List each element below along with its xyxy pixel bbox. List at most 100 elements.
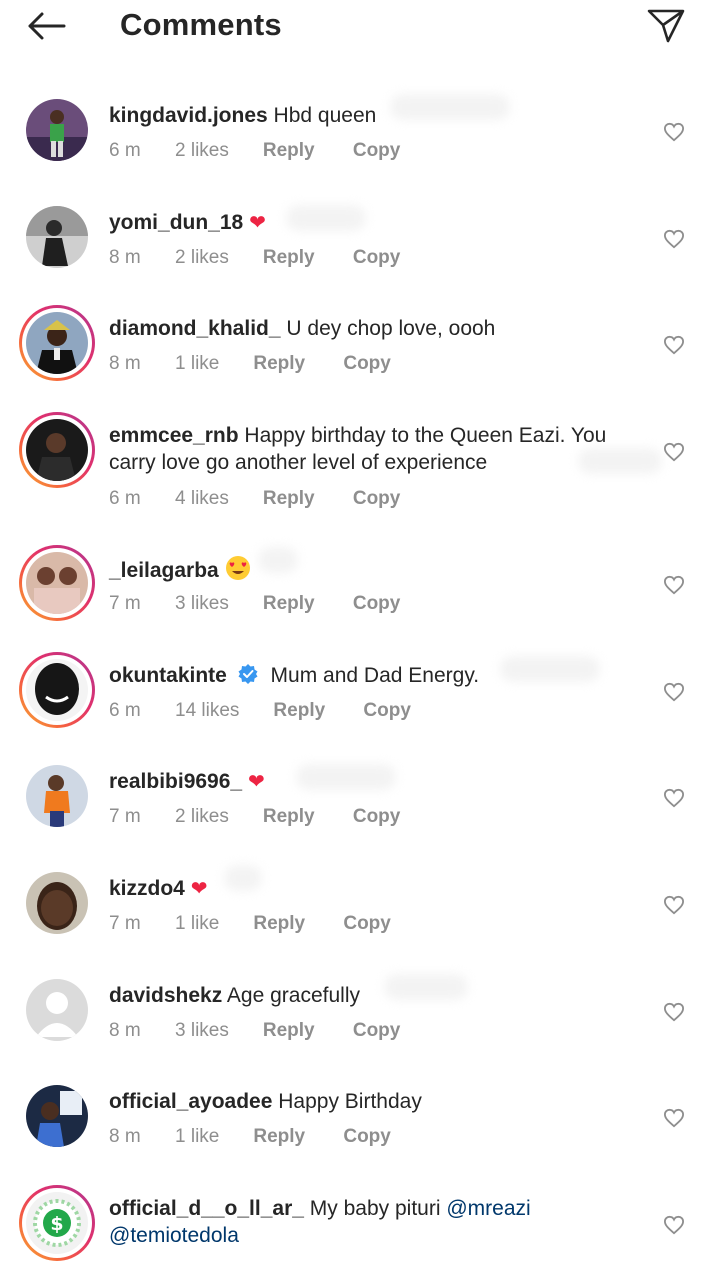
- comment-time: 8 m: [109, 1020, 141, 1041]
- redaction-blur: [286, 205, 366, 231]
- like-button[interactable]: [660, 678, 688, 706]
- avatar[interactable]: $: [19, 1185, 95, 1261]
- comment-meta: 7 m 2 likes Reply Copy: [109, 806, 400, 828]
- comment-meta: 8 m 2 likes Reply Copy: [109, 247, 400, 269]
- comment-text: official_d__o_ll_ar_ My baby pituri @mre…: [109, 1195, 649, 1249]
- redaction-blur: [500, 656, 600, 682]
- copy-button[interactable]: Copy: [343, 1126, 391, 1148]
- comment-username[interactable]: diamond_khalid_: [109, 317, 281, 340]
- back-button[interactable]: [22, 6, 70, 46]
- reply-button[interactable]: Reply: [253, 913, 343, 935]
- copy-button[interactable]: Copy: [353, 140, 401, 162]
- comment-body: U dey chop love, oooh: [286, 317, 496, 340]
- avatar[interactable]: [19, 758, 95, 834]
- like-button[interactable]: [660, 438, 688, 466]
- like-button[interactable]: [660, 225, 688, 253]
- share-button[interactable]: [642, 4, 690, 48]
- comment-likes[interactable]: 2 likes: [175, 140, 229, 162]
- comment-likes[interactable]: 2 likes: [175, 806, 229, 828]
- avatar[interactable]: [19, 652, 95, 728]
- comment-username[interactable]: official_ayoadee: [109, 1090, 272, 1113]
- reply-button[interactable]: Reply: [263, 140, 353, 162]
- comment-time: 8 m: [109, 353, 141, 374]
- copy-button[interactable]: Copy: [363, 700, 411, 722]
- avatar[interactable]: [19, 199, 95, 275]
- comment-likes[interactable]: 1 like: [175, 913, 219, 935]
- like-button[interactable]: [660, 1211, 688, 1239]
- redaction-blur: [258, 547, 298, 573]
- comment-username[interactable]: okuntakinte: [109, 664, 227, 687]
- red-heart-emoji: ❤: [247, 771, 265, 793]
- copy-button[interactable]: Copy: [353, 1020, 401, 1042]
- reply-button[interactable]: Reply: [253, 353, 343, 375]
- avatar[interactable]: [19, 545, 95, 621]
- page-title: Comments: [120, 7, 282, 42]
- like-button[interactable]: [660, 571, 688, 599]
- header-bar: Comments: [0, 0, 720, 52]
- avatar[interactable]: [19, 1078, 95, 1154]
- reply-button[interactable]: Reply: [263, 806, 353, 828]
- comment-time: 6 m: [109, 700, 141, 721]
- comment-time: 8 m: [109, 247, 141, 268]
- comment-item: diamond_khalid_ U dey chop love, oooh 8 …: [0, 301, 720, 401]
- copy-button[interactable]: Copy: [343, 353, 391, 375]
- comment-item: $ official_d__o_ll_ar_ My baby pituri @m…: [0, 1181, 720, 1262]
- comment-likes[interactable]: 1 like: [175, 353, 219, 375]
- like-button[interactable]: [660, 784, 688, 812]
- like-button[interactable]: [660, 891, 688, 919]
- avatar[interactable]: [19, 412, 95, 488]
- comment-likes[interactable]: 14 likes: [175, 700, 239, 722]
- avatar[interactable]: [19, 865, 95, 941]
- avatar[interactable]: [19, 92, 95, 168]
- avatar-image: [26, 1085, 88, 1147]
- redaction-blur: [224, 865, 262, 891]
- comment-username[interactable]: davidshekz: [109, 984, 222, 1007]
- comment-likes[interactable]: 1 like: [175, 1126, 219, 1148]
- avatar-image: [26, 659, 88, 721]
- comment-username[interactable]: _leilagarba: [109, 559, 219, 582]
- comment-text: kingdavid.jones Hbd queen: [109, 102, 649, 129]
- reply-button[interactable]: Reply: [263, 247, 353, 269]
- comment-username[interactable]: official_d__o_ll_ar_: [109, 1197, 304, 1220]
- reply-button[interactable]: Reply: [253, 1126, 343, 1148]
- reply-button[interactable]: Reply: [263, 593, 353, 615]
- copy-button[interactable]: Copy: [343, 913, 391, 935]
- comment-username[interactable]: realbibi9696_: [109, 770, 242, 793]
- avatar-image: [26, 872, 88, 934]
- like-button[interactable]: [660, 1104, 688, 1132]
- comment-likes[interactable]: 2 likes: [175, 247, 229, 269]
- comment-likes[interactable]: 3 likes: [175, 1020, 229, 1042]
- avatar-image: [26, 552, 88, 614]
- dollar-coin-avatar: $: [26, 1192, 88, 1254]
- avatar[interactable]: [19, 972, 95, 1048]
- avatar-image: [26, 206, 88, 268]
- copy-button[interactable]: Copy: [353, 593, 401, 615]
- mention-link[interactable]: @mreazi: [446, 1197, 530, 1220]
- comment-username[interactable]: kizzdo4: [109, 877, 185, 900]
- comment-username[interactable]: yomi_dun_18: [109, 211, 243, 234]
- like-button[interactable]: [660, 331, 688, 359]
- comment-item: _leilagarba 7 m 3 likes Reply Copy: [0, 541, 720, 641]
- like-button[interactable]: [660, 118, 688, 146]
- reply-button[interactable]: Reply: [273, 700, 363, 722]
- comment-likes[interactable]: 4 likes: [175, 488, 229, 510]
- copy-button[interactable]: Copy: [353, 247, 401, 269]
- copy-button[interactable]: Copy: [353, 488, 401, 510]
- comment-item: davidshekz Age gracefully 8 m 3 likes Re…: [0, 968, 720, 1068]
- reply-button[interactable]: Reply: [263, 488, 353, 510]
- mention-link[interactable]: @temiotedola: [109, 1224, 239, 1247]
- copy-button[interactable]: Copy: [353, 806, 401, 828]
- avatar[interactable]: [19, 305, 95, 381]
- like-button[interactable]: [660, 998, 688, 1026]
- comment-username[interactable]: emmcee_rnb: [109, 424, 239, 447]
- comment-likes[interactable]: 3 likes: [175, 593, 229, 615]
- comment-body: Happy Birthday: [278, 1090, 422, 1113]
- heart-outline-icon: [663, 1002, 685, 1022]
- heart-outline-icon: [663, 575, 685, 595]
- comment-text: yomi_dun_18 ❤: [109, 209, 649, 237]
- comment-username[interactable]: kingdavid.jones: [109, 104, 268, 127]
- heart-outline-icon: [663, 229, 685, 249]
- comment-text: official_ayoadee Happy Birthday: [109, 1088, 649, 1115]
- reply-button[interactable]: Reply: [263, 1020, 353, 1042]
- heart-outline-icon: [663, 335, 685, 355]
